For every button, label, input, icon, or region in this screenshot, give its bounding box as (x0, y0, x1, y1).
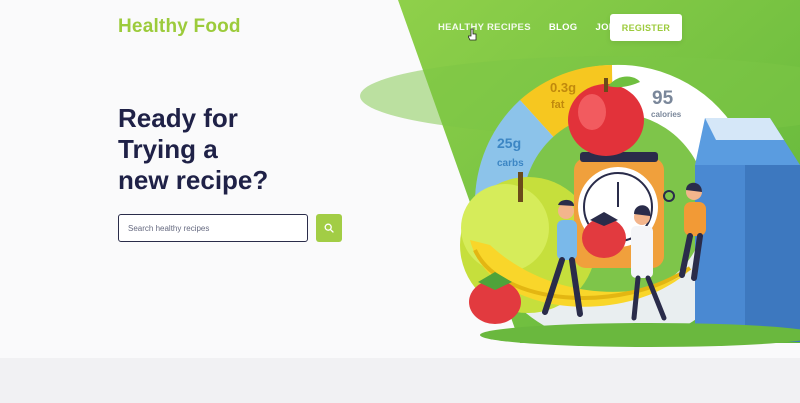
hero-section: 0.3g fat 95 calories 25g carbs Healthy F… (0, 0, 800, 358)
next-section-strip (0, 358, 800, 403)
headline-line-2: Trying a (118, 134, 218, 164)
register-button[interactable]: REGISTER (610, 14, 682, 41)
hero-headline: Ready for Trying a new recipe? (118, 103, 378, 196)
grass-ground (480, 323, 800, 347)
fat-value: 0.3g (550, 80, 576, 95)
nav-blog[interactable]: BLOG (549, 22, 578, 33)
headline-line-1: Ready for (118, 103, 238, 133)
nav-healthy-recipes[interactable]: HEALTHY RECIPES (438, 22, 531, 33)
search-bar (118, 214, 308, 242)
calories-label: calories (651, 110, 682, 119)
milk-carton (695, 118, 800, 342)
fat-label: fat (551, 99, 565, 111)
search-button[interactable] (316, 214, 342, 242)
hand-cursor-icon (468, 28, 477, 41)
carbs-label: carbs (497, 158, 524, 169)
search-input[interactable] (118, 214, 308, 242)
brand-logo[interactable]: Healthy Food (118, 16, 241, 38)
calories-value: 95 (652, 88, 674, 109)
carbs-value: 25g (497, 135, 521, 151)
headline-line-3: new recipe? (118, 165, 269, 195)
search-icon (324, 223, 334, 233)
